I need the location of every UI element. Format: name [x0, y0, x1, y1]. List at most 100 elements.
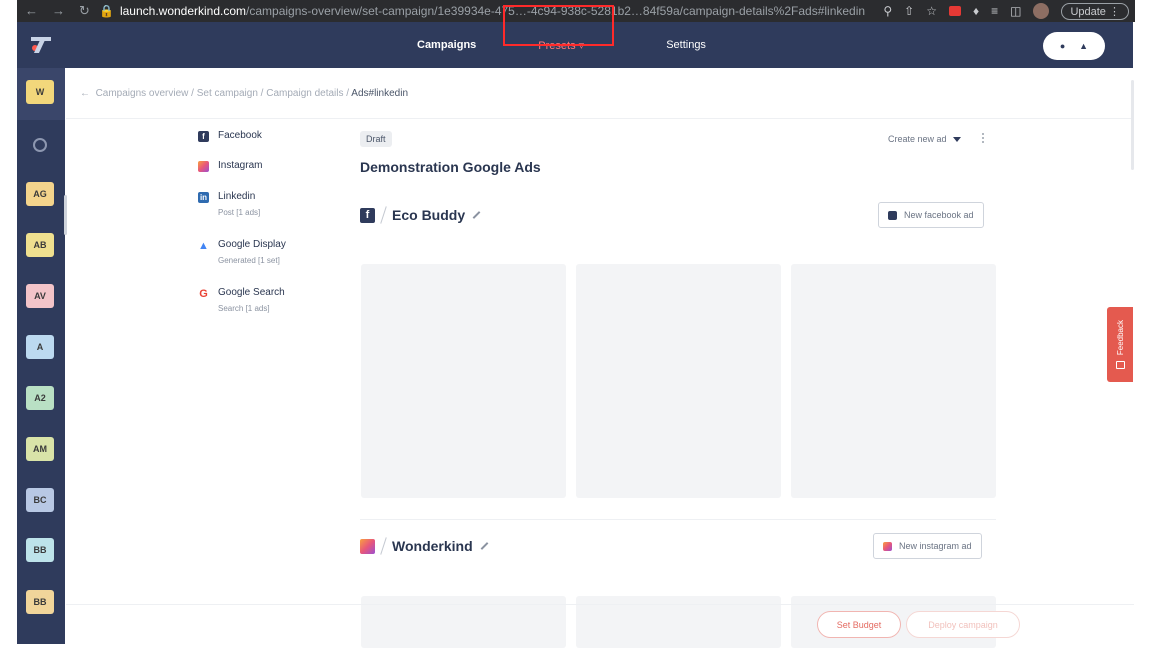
divider — [66, 118, 1134, 119]
workspace-item[interactable]: A — [26, 335, 54, 359]
facebook-icon: f — [360, 207, 375, 223]
more-options-icon[interactable] — [982, 133, 985, 143]
url-path: /campaigns-overview/set-campaign/1e39934… — [246, 4, 866, 18]
user-icon[interactable]: ● — [1060, 41, 1065, 51]
ad-preview-card[interactable] — [361, 264, 566, 498]
set-budget-button[interactable]: Set Budget — [817, 611, 901, 638]
channel-sub: Post [1 ads] — [218, 208, 261, 217]
back-arrow-icon[interactable]: ← — [80, 88, 90, 99]
breadcrumb-current: Ads#linkedin — [351, 88, 409, 99]
button-label: New instagram ad — [899, 541, 972, 551]
workspace-item[interactable]: BB — [26, 590, 54, 614]
forward-icon[interactable]: → — [52, 3, 65, 19]
channel-facebook[interactable]: f Facebook — [198, 130, 262, 142]
caret-down-icon — [952, 136, 961, 142]
instagram-icon — [198, 161, 209, 172]
workspace-item[interactable]: AG — [26, 182, 54, 206]
breadcrumb: ← Campaigns overview / Set campaign / Ca… — [80, 88, 409, 99]
footer-divider — [66, 604, 1134, 605]
workspace-item[interactable]: W — [26, 80, 54, 104]
sidepanel-icon[interactable]: ◫ — [1010, 4, 1021, 18]
playlist-icon[interactable]: ≡ — [991, 4, 998, 18]
google-icon: G — [199, 287, 208, 300]
profile-avatar[interactable] — [1033, 3, 1050, 19]
back-icon[interactable]: ← — [25, 3, 38, 19]
facebook-icon — [888, 210, 897, 220]
workspace-sidebar: W AG AB AV A A2 AM BC BB BB — [17, 68, 65, 644]
logo-icon — [31, 37, 51, 53]
app-header: Campaigns Presets ▿ Settings ● ▲ — [17, 22, 1133, 68]
feedback-tab[interactable]: Feedback — [1107, 307, 1133, 382]
instagram-icon — [360, 538, 375, 554]
breadcrumb-campaign-details[interactable]: Campaign details — [266, 88, 343, 99]
google-ads-icon: ▲ — [198, 239, 209, 252]
divider — [380, 537, 387, 555]
search-icon[interactable] — [33, 138, 47, 152]
address-bar[interactable]: 🔒 launch.wonderkind.com/campaigns-overvi… — [99, 4, 883, 18]
bell-icon[interactable]: ▲ — [1079, 41, 1088, 51]
workspace-item[interactable]: AM — [26, 437, 54, 461]
user-menu[interactable]: ● ▲ — [1043, 32, 1105, 60]
divider — [360, 519, 996, 520]
lock-icon: 🔒 — [99, 4, 114, 18]
workspace-item[interactable]: BB — [26, 538, 54, 562]
deploy-campaign-button[interactable]: Deploy campaign — [906, 611, 1020, 638]
sidebar-scrollbar[interactable] — [64, 195, 67, 235]
channel-name: Google Search — [218, 287, 285, 298]
extension-icon[interactable] — [948, 6, 961, 16]
create-new-ad-dropdown[interactable]: Create new ad — [888, 134, 961, 144]
channel-google-search[interactable]: G Google Search Search [1 ads] — [198, 287, 285, 313]
section-eco-buddy: f Eco Buddy — [360, 206, 481, 224]
breadcrumb-campaigns-overview[interactable]: Campaigns overview — [96, 88, 189, 99]
feedback-icon — [1115, 361, 1125, 370]
pencil-icon[interactable] — [472, 211, 481, 219]
nav-presets[interactable]: Presets ▿ — [538, 39, 584, 52]
url-host: launch.wonderkind.com — [119, 4, 247, 18]
reload-icon[interactable]: ↻ — [79, 3, 90, 19]
facebook-icon: f — [198, 131, 209, 142]
section-title: Wonderkind — [392, 538, 473, 554]
channel-linkedin[interactable]: in Linkedin Post [1 ads] — [198, 191, 260, 217]
pencil-icon[interactable] — [480, 542, 489, 550]
star-icon[interactable]: ☆ — [926, 4, 937, 18]
linkedin-icon: in — [198, 192, 209, 203]
workspace-item[interactable]: A2 — [26, 386, 54, 410]
ad-preview-card[interactable] — [791, 264, 996, 498]
channel-instagram[interactable]: Instagram — [198, 160, 262, 172]
browser-nav: ← → ↻ — [17, 3, 99, 19]
channel-name: Linkedin — [218, 191, 256, 202]
status-badge: Draft — [360, 131, 392, 147]
puzzle-icon[interactable]: ♦ — [973, 4, 979, 18]
section-title: Eco Buddy — [392, 207, 466, 223]
page-title: Demonstration Google Ads — [360, 159, 541, 175]
browser-toolbar: ← → ↻ 🔒 launch.wonderkind.com/campaigns-… — [17, 0, 1135, 22]
channel-google-display[interactable]: ▲ Google Display Generated [1 set] — [198, 239, 286, 265]
section-wonderkind: Wonderkind — [360, 537, 489, 555]
feedback-label: Feedback — [1115, 319, 1125, 356]
nav-campaigns[interactable]: Campaigns — [417, 39, 476, 51]
breadcrumb-set-campaign[interactable]: Set campaign — [197, 88, 258, 99]
zoom-icon[interactable]: ⚲ — [883, 4, 892, 18]
new-facebook-ad-button[interactable]: New facebook ad — [878, 202, 984, 228]
top-navigation: Campaigns Presets ▿ Settings — [417, 22, 706, 68]
page-scrollbar[interactable] — [1131, 80, 1134, 170]
channel-sub: Search [1 ads] — [218, 304, 270, 313]
update-button[interactable]: Update ⋮ — [1061, 2, 1129, 20]
channel-sub: Generated [1 set] — [218, 256, 280, 265]
channel-name: Google Display — [218, 239, 286, 250]
filter-icon: ▿ — [578, 39, 585, 52]
workspace-item[interactable]: AB — [26, 233, 54, 257]
browser-tools: ⚲ ⇧ ☆ ♦ ≡ ◫ Update ⋮ — [883, 2, 1135, 20]
logo[interactable] — [17, 22, 65, 68]
nav-settings[interactable]: Settings — [666, 39, 706, 51]
ad-preview-card[interactable] — [576, 264, 781, 498]
new-instagram-ad-button[interactable]: New instagram ad — [873, 533, 982, 559]
divider — [380, 206, 387, 224]
share-icon[interactable]: ⇧ — [904, 4, 914, 18]
instagram-icon — [883, 541, 892, 551]
channel-name: Facebook — [218, 130, 262, 141]
workspace-item[interactable]: AV — [26, 284, 54, 308]
workspace-item[interactable]: BC — [26, 488, 54, 512]
channel-name: Instagram — [218, 160, 263, 171]
button-label: New facebook ad — [904, 210, 974, 220]
